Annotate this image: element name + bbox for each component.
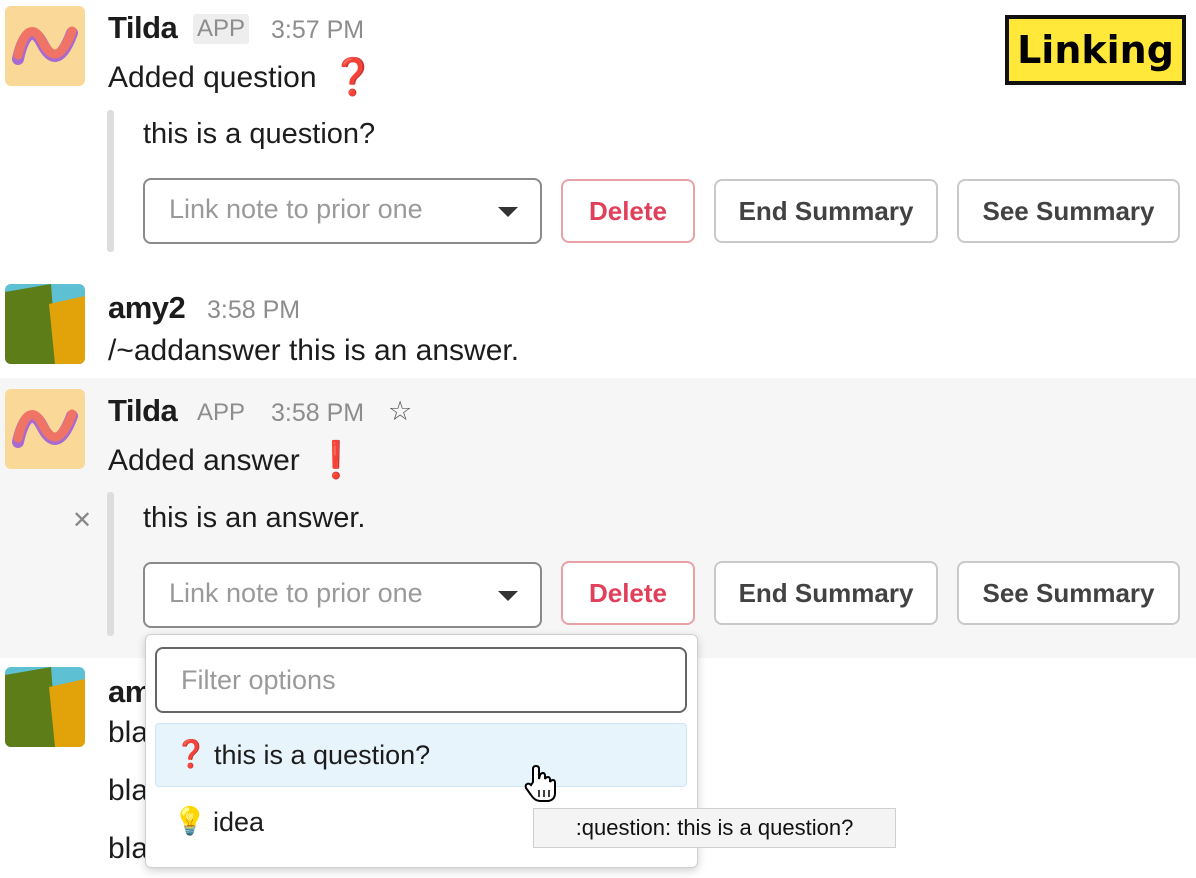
option-label: this is a question? <box>214 740 431 770</box>
author-name[interactable]: Tilda <box>108 393 178 429</box>
message-line: bla <box>108 774 149 807</box>
wave-logo-icon <box>12 26 78 65</box>
see-summary-button[interactable]: See Summary <box>957 179 1180 243</box>
close-icon[interactable]: ✕ <box>72 506 92 535</box>
select-placeholder: Link note to prior one <box>169 194 423 224</box>
message-tilda-answer: Tilda APP 3:58 PM ☆ Added answer ❗ ✕ this… <box>0 378 1196 658</box>
hand-cursor-icon <box>524 764 556 802</box>
amy-avatar-art <box>5 284 85 364</box>
option-question[interactable]: ❓ this is a question? <box>155 723 687 787</box>
amy-avatar-art <box>5 667 85 747</box>
tilda-avatar <box>5 6 85 86</box>
app-badge: APP <box>193 14 250 44</box>
attachment-text: this is an answer. <box>143 502 366 534</box>
exclamation-icon: ❗ <box>313 439 359 480</box>
amy-avatar <box>5 284 85 364</box>
filter-options-input[interactable]: Filter options <box>155 647 687 713</box>
message-line: bla <box>108 716 149 749</box>
see-summary-button[interactable]: See Summary <box>957 561 1180 625</box>
message-body: Added answer <box>108 444 300 477</box>
link-note-select[interactable]: Link note to prior one <box>143 562 542 628</box>
message-text: /~addanswer this is an answer. <box>108 334 520 367</box>
wave-logo-icon <box>12 409 78 448</box>
delete-button[interactable]: Delete <box>561 561 695 625</box>
question-icon: ❓ <box>174 739 208 769</box>
message-amy2: amy2 3:58 PM /~addanswer this is an answ… <box>0 260 1196 378</box>
timestamp[interactable]: 3:58 PM <box>207 296 300 325</box>
attachment-text: this is a question? <box>143 118 376 150</box>
attachment-bar <box>107 492 114 636</box>
timestamp[interactable]: 3:58 PM <box>271 399 364 428</box>
attachment-bar <box>107 110 114 252</box>
message-body: Added question <box>108 61 317 94</box>
app-badge: APP <box>197 399 246 426</box>
filter-placeholder: Filter options <box>181 665 336 695</box>
message-text: Added question ❓ <box>108 56 375 98</box>
end-summary-button[interactable]: End Summary <box>714 561 938 625</box>
message-line: bla <box>108 832 149 865</box>
author-name[interactable]: amy2 <box>108 290 186 326</box>
delete-button[interactable]: Delete <box>561 179 695 243</box>
caret-down-icon <box>498 591 518 601</box>
author-name[interactable]: Tilda <box>108 10 178 46</box>
tilda-avatar <box>5 389 85 469</box>
option-tooltip: :question: this is a question? <box>533 808 896 848</box>
timestamp[interactable]: 3:57 PM <box>271 16 364 45</box>
link-note-select[interactable]: Link note to prior one <box>143 178 542 244</box>
message-text: Added answer ❗ <box>108 439 359 481</box>
select-placeholder: Link note to prior one <box>169 578 423 608</box>
question-icon: ❓ <box>330 56 376 97</box>
caret-down-icon <box>498 207 518 217</box>
message-tilda-question: Tilda APP 3:57 PM Added question ❓ this i… <box>0 0 1196 260</box>
amy-avatar <box>5 667 85 747</box>
star-icon[interactable]: ☆ <box>388 396 412 427</box>
end-summary-button[interactable]: End Summary <box>714 179 938 243</box>
lightbulb-icon: 💡 <box>173 806 207 836</box>
option-label: idea <box>213 807 265 837</box>
